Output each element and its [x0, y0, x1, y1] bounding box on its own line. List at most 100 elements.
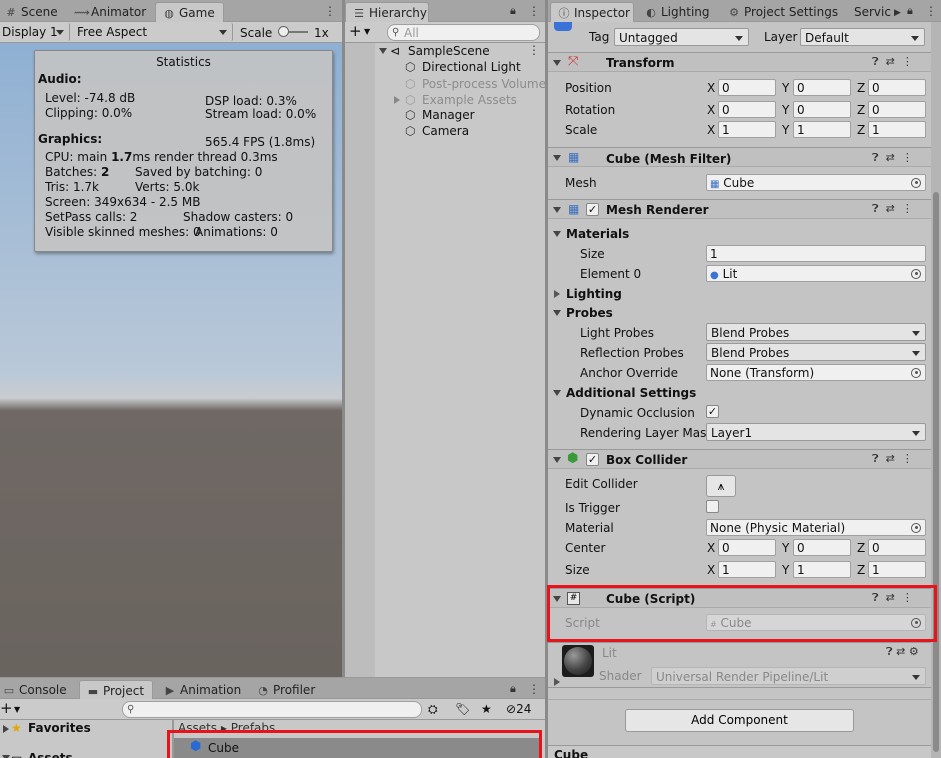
expand-arrow-icon[interactable] [394, 96, 400, 104]
rotation-x-field[interactable]: 0 [718, 101, 776, 118]
tag-dropdown[interactable]: Untagged [614, 28, 749, 46]
hierarchy-item[interactable]: Manager [422, 107, 475, 123]
hierarchy-item[interactable]: Camera [422, 123, 469, 139]
scale-z-field[interactable]: 1 [868, 121, 926, 138]
collapse-arrow-icon[interactable] [553, 155, 561, 161]
scale-slider-handle[interactable] [278, 26, 289, 37]
hierarchy-item[interactable]: Example Assets [422, 92, 517, 108]
component-menu-icon[interactable]: ⋮ [902, 452, 913, 465]
presets-icon[interactable]: ⇄ [886, 55, 895, 68]
center-z-field[interactable]: 0 [868, 539, 926, 556]
aspect-dropdown[interactable]: Free Aspect [73, 23, 233, 41]
dynamic-occlusion-checkbox[interactable]: ✓ [706, 405, 719, 418]
chevron-down-icon[interactable]: ▼ [364, 24, 370, 40]
search-by-type-icon[interactable]: ⛭ [428, 701, 438, 717]
add-icon[interactable]: + [0, 700, 13, 716]
additional-settings-foldout[interactable]: Additional Settings [566, 385, 696, 401]
gear-icon[interactable]: ⚙ [909, 645, 919, 658]
size-y-field[interactable]: 1 [793, 561, 851, 578]
lock-icon[interactable]: 🔒︎ [510, 3, 516, 19]
physic-material-field[interactable]: None (Physic Material) [706, 519, 926, 536]
box-collider-enabled-checkbox[interactable]: ✓ [586, 453, 599, 466]
inspector-menu-icon[interactable]: ⋮ [925, 3, 937, 19]
add-component-button[interactable]: Add Component [625, 709, 854, 732]
position-y-field[interactable]: 0 [793, 79, 851, 96]
tab-project-settings[interactable]: ⚙ Project Settings [721, 2, 844, 22]
add-icon[interactable]: + [349, 23, 362, 39]
collapse-arrow-icon[interactable] [553, 207, 561, 213]
rotation-y-field[interactable]: 0 [793, 101, 851, 118]
foldout-arrow-icon[interactable] [553, 390, 561, 396]
tab-project[interactable]: ▬ Project [79, 680, 153, 700]
materials-size-field[interactable]: 1 [706, 245, 926, 262]
rendering-layer-mask-dropdown[interactable]: Layer1 [706, 423, 926, 441]
component-menu-icon[interactable]: ⋮ [902, 55, 913, 68]
position-z-field[interactable]: 0 [868, 79, 926, 96]
scale-x-field[interactable]: 1 [718, 121, 776, 138]
scene-menu-icon[interactable]: ⋮ [528, 42, 540, 58]
size-z-field[interactable]: 1 [868, 561, 926, 578]
hierarchy-item[interactable]: Directional Light [422, 59, 521, 75]
reflection-probes-dropdown[interactable]: Blend Probes [706, 343, 926, 361]
tab-scroll-right-icon[interactable]: ▶ [894, 5, 901, 21]
hierarchy-item[interactable]: Post-process Volume [422, 76, 546, 92]
foldout-arrow-icon[interactable] [554, 678, 560, 686]
presets-icon[interactable]: ⇄ [886, 452, 895, 465]
hierarchy-menu-icon[interactable]: ⋮ [528, 3, 540, 19]
is-trigger-checkbox[interactable] [706, 500, 719, 513]
edit-collider-button[interactable]: ⩚ [706, 475, 736, 497]
help-icon[interactable]: ❓︎ [872, 55, 879, 68]
search-by-label-icon[interactable]: 🏷︎ [455, 701, 470, 717]
tab-hierarchy[interactable]: ☰ Hierarchy [345, 2, 429, 22]
foldout-arrow-icon[interactable] [3, 725, 9, 733]
chevron-down-icon[interactable]: ▼ [14, 702, 20, 718]
component-menu-icon[interactable]: ⋮ [902, 151, 913, 164]
foldout-arrow-icon[interactable] [553, 231, 561, 237]
expand-arrow-icon[interactable] [379, 48, 387, 54]
project-menu-icon[interactable]: ⋮ [528, 681, 540, 697]
foldout-arrow-icon[interactable] [554, 290, 560, 298]
layer-dropdown[interactable]: Default [800, 28, 925, 46]
size-x-field[interactable]: 1 [718, 561, 776, 578]
anchor-override-field[interactable]: None (Transform) [706, 364, 926, 381]
favorites-item[interactable]: Favorites [28, 720, 91, 736]
help-icon[interactable]: ❓︎ [872, 151, 879, 164]
tab-profiler[interactable]: ◔ Profiler [250, 680, 321, 700]
foldout-arrow-icon[interactable] [553, 310, 561, 316]
project-search-input[interactable]: ⚲ [122, 701, 422, 718]
tab-lighting[interactable]: ◐ Lighting [638, 2, 716, 22]
tab-game[interactable]: ◍ Game [155, 2, 224, 22]
presets-icon[interactable]: ⇄ [886, 202, 895, 215]
lighting-foldout[interactable]: Lighting [566, 286, 622, 302]
tab-animation[interactable]: ▶ Animation [157, 680, 247, 700]
presets-icon[interactable]: ⇄ [886, 151, 895, 164]
help-icon[interactable]: ❓︎ [872, 202, 879, 215]
center-y-field[interactable]: 0 [793, 539, 851, 556]
box-collider-header[interactable]: ⬢ ✓ Box Collider ❓︎ ⇄ ⋮ [548, 449, 931, 469]
center-x-field[interactable]: 0 [718, 539, 776, 556]
probes-foldout[interactable]: Probes [566, 305, 613, 321]
transform-header[interactable]: ⤧ Transform ❓︎ ⇄ ⋮ [548, 52, 931, 72]
help-icon[interactable]: ❓︎ [886, 645, 893, 658]
scale-y-field[interactable]: 1 [793, 121, 851, 138]
position-x-field[interactable]: 0 [718, 79, 776, 96]
component-menu-icon[interactable]: ⋮ [902, 202, 913, 215]
collapse-arrow-icon[interactable] [553, 457, 561, 463]
inspector-scrollbar[interactable] [931, 22, 941, 758]
collapse-arrow-icon[interactable] [553, 60, 561, 66]
tab-animator[interactable]: ⟿Animator [68, 2, 152, 22]
presets-icon[interactable]: ⇄ [896, 645, 905, 658]
rotation-z-field[interactable]: 0 [868, 101, 926, 118]
hierarchy-search-input[interactable]: ⚲ All [387, 24, 540, 41]
lock-icon[interactable]: 🔒︎ [510, 681, 516, 697]
light-probes-dropdown[interactable]: Blend Probes [706, 323, 926, 341]
game-panel-menu-icon[interactable]: ⋮ [324, 3, 336, 19]
mesh-field[interactable]: ▦ Cube [706, 174, 926, 191]
lock-icon[interactable]: 🔒︎ [907, 3, 913, 19]
tab-console[interactable]: ▭ Console [0, 680, 73, 700]
assets-folder[interactable]: Assets [28, 750, 73, 758]
mesh-filter-header[interactable]: ▦ Cube (Mesh Filter) ❓︎ ⇄ ⋮ [548, 147, 931, 167]
element-0-field[interactable]: ● Lit [706, 265, 926, 282]
display-dropdown[interactable]: Display 1 [0, 23, 70, 41]
hidden-packages-toggle[interactable]: ⊘24 [506, 701, 531, 717]
